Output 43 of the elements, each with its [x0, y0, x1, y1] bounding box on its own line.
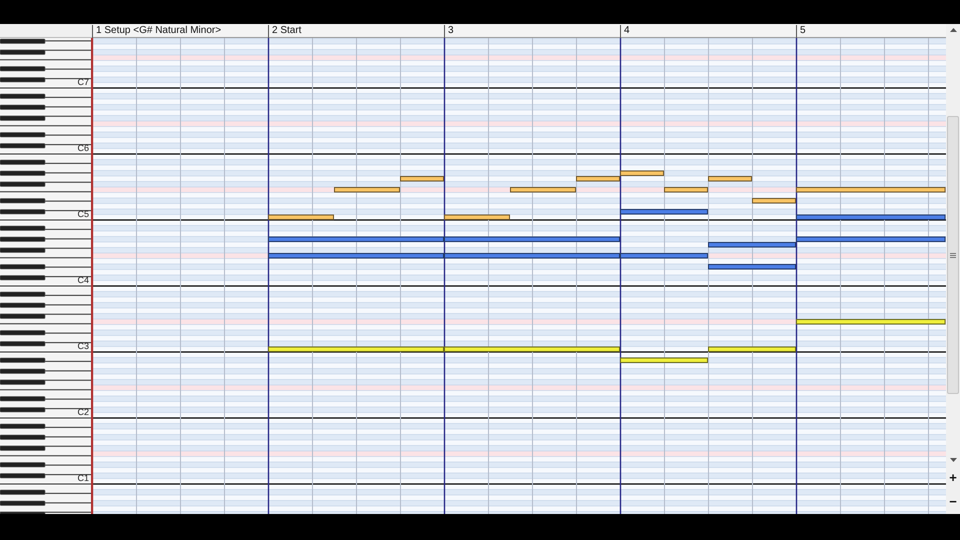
note-bar[interactable]: [752, 198, 796, 204]
measure-label: 5: [796, 25, 806, 38]
piano-keyboard-drawing[interactable]: [0, 38, 92, 514]
note-bar[interactable]: [708, 176, 752, 182]
octave-label: C2: [77, 408, 89, 417]
note-bar[interactable]: [620, 358, 708, 363]
note-bar[interactable]: [268, 346, 444, 352]
measure-label: 4: [620, 25, 630, 38]
note-bar[interactable]: [510, 187, 576, 192]
note-bar[interactable]: [268, 253, 444, 258]
octave-label: C3: [77, 342, 89, 351]
octave-label: C6: [77, 144, 89, 153]
grip-icon: [950, 252, 956, 258]
octave-label: C4: [77, 276, 89, 285]
octave-label: C5: [77, 210, 89, 219]
note-bar[interactable]: [444, 236, 620, 242]
octave-label: C7: [77, 78, 89, 87]
note-bar[interactable]: [334, 187, 400, 192]
note-bar[interactable]: [708, 346, 796, 352]
note-bar[interactable]: [620, 253, 708, 258]
note-bar[interactable]: [796, 187, 946, 192]
measure-label: 3: [444, 25, 454, 38]
note-bar[interactable]: [664, 187, 708, 192]
note-bar[interactable]: [444, 214, 510, 220]
note-bar[interactable]: [796, 236, 946, 242]
measure-label: 2 Start: [268, 25, 302, 38]
zoom-out-button[interactable]: −: [946, 494, 960, 510]
note-bar[interactable]: [268, 214, 334, 220]
note-bar[interactable]: [400, 176, 444, 182]
note-bar[interactable]: [444, 253, 620, 258]
note-bar[interactable]: [796, 319, 946, 324]
scrollbar-thumb[interactable]: [947, 116, 959, 394]
measure-label: 1 Setup <G# Natural Minor>: [92, 25, 222, 38]
note-bar[interactable]: [620, 209, 708, 214]
octave-label: C1: [77, 474, 89, 483]
note-bar[interactable]: [708, 264, 796, 270]
note-bar[interactable]: [708, 242, 796, 248]
note-bar[interactable]: [576, 176, 620, 182]
note-bar[interactable]: [268, 236, 444, 242]
note-bar[interactable]: [620, 170, 664, 176]
zoom-in-button[interactable]: +: [946, 470, 960, 486]
note-bar[interactable]: [796, 214, 946, 220]
note-bar[interactable]: [444, 346, 620, 352]
